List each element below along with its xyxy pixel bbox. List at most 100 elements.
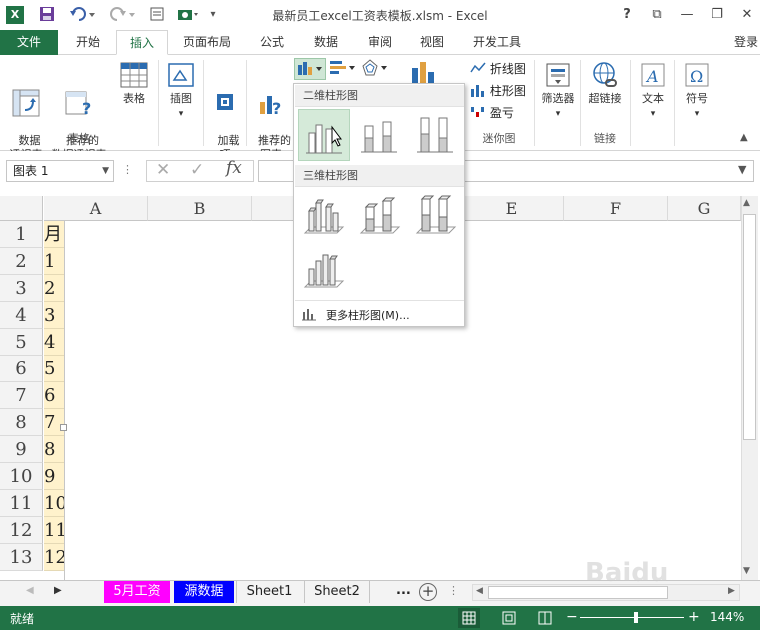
redo-icon[interactable] [108,6,138,24]
cell-a[interactable]: 5 [44,356,64,382]
cell-a[interactable]: 12 [44,544,64,571]
normal-view-icon[interactable] [458,608,480,628]
pivot-table-button[interactable]: 数据 透视表 [4,60,48,162]
zoom-out-icon[interactable]: − [566,609,578,625]
tab-view[interactable]: 视图 [406,30,458,55]
more-sheets-button[interactable]: ... [396,583,411,598]
sheet-tab-sheet2[interactable]: Sheet2 [304,581,370,603]
tab-review[interactable]: 审阅 [354,30,406,55]
cell-a[interactable]: 6 [44,382,64,409]
tab-split-handle[interactable]: ⋮ [448,584,459,597]
table-button[interactable]: 表格 [114,60,154,106]
3d-stacked-column-option[interactable] [354,190,406,242]
row-header[interactable]: 10 [0,463,43,490]
column-header-f[interactable]: F [564,196,668,221]
cell-a[interactable]: 9 [44,463,64,490]
row-header[interactable]: 4 [0,302,43,329]
row-header[interactable]: 2 [0,248,43,275]
scroll-down-icon[interactable]: ▼ [743,566,750,576]
name-box[interactable]: 图表 1 ▼ [6,160,114,182]
column-header-e[interactable]: E [460,196,564,221]
minimize-button[interactable]: — [675,4,699,26]
column-header-b[interactable]: B [148,196,252,221]
collapse-ribbon-icon[interactable]: ▲ [740,132,748,143]
bar-chart-button[interactable] [328,58,360,80]
row-header[interactable]: 8 [0,409,43,436]
cancel-icon[interactable]: ✕ [156,160,170,180]
row-header[interactable]: 13 [0,544,43,571]
row-header[interactable]: 5 [0,329,43,356]
row-header[interactable]: 9 [0,436,43,463]
cell-a[interactable]: 月 [44,221,64,248]
radar-chart-button[interactable] [360,58,392,80]
column-header-a[interactable]: A [44,196,148,221]
select-all-corner[interactable] [0,196,43,221]
enter-icon[interactable]: ✓ [190,160,204,180]
insert-function-icon[interactable]: fx [226,158,242,178]
cell-a[interactable]: 4 [44,329,64,356]
hyperlink-button[interactable]: 超链接 [583,60,627,106]
undo-icon[interactable] [68,6,98,24]
symbols-button[interactable]: Ω 符号 ▾ [678,60,716,121]
camera-icon[interactable] [176,6,200,24]
illustrations-button[interactable]: 插图 ▾ [162,60,200,121]
stacked-column-option[interactable] [354,109,406,161]
zoom-in-icon[interactable]: + [688,609,700,625]
scroll-left-icon[interactable]: ◀ [476,586,483,596]
3d-clustered-column-option[interactable] [298,190,350,242]
close-button[interactable]: ✕ [735,4,759,26]
row-header[interactable]: 6 [0,356,43,382]
expand-formula-icon[interactable]: ▼ [738,163,746,176]
ribbon-display-options-button[interactable]: ⧉ [645,4,669,26]
tab-formulas[interactable]: 公式 [246,30,298,55]
chevron-down-icon[interactable]: ▼ [102,161,109,181]
help-button[interactable]: ? [615,4,639,26]
tab-file[interactable]: 文件 [0,30,58,55]
row-header[interactable]: 11 [0,490,43,517]
3d-percent-stacked-column-option[interactable] [410,190,462,242]
chart-resize-handle[interactable] [60,424,67,431]
restore-button[interactable]: ❐ [705,4,729,26]
zoom-level[interactable]: 144% [710,610,744,624]
column-chart-button[interactable] [294,58,326,80]
sparkline-column-button[interactable]: 柱形图 [470,82,526,98]
cell-a[interactable]: 8 [44,436,64,463]
row-header[interactable]: 3 [0,275,43,302]
add-sheet-icon[interactable]: + [419,583,437,601]
cell-a[interactable]: 11 [44,517,64,544]
sign-in-link[interactable]: 登录 [734,30,758,55]
resize-handle[interactable]: ⋮ [122,163,133,176]
text-button[interactable]: A 文本 ▾ [634,60,672,121]
scroll-right-icon[interactable]: ▶ [728,586,735,596]
cell-a[interactable]: 10 [44,490,64,517]
previous-sheet-icon[interactable]: ◀ [26,585,34,596]
cell-a[interactable]: 1 [44,248,64,275]
save-icon[interactable] [38,6,56,24]
row-header[interactable]: 7 [0,382,43,409]
cell-a[interactable]: 3 [44,302,64,329]
clustered-column-option[interactable] [298,109,350,161]
zoom-slider-thumb[interactable] [634,612,638,623]
filters-button[interactable]: 筛选器 ▾ [537,60,579,121]
tab-developer[interactable]: 开发工具 [462,30,532,55]
sheet-tab-sheet1[interactable]: Sheet1 [236,581,302,603]
3d-column-option[interactable] [298,244,350,296]
cell-a[interactable]: 7 [44,409,64,436]
sparkline-winloss-button[interactable]: 盈亏 [470,104,514,120]
page-layout-view-icon[interactable] [498,608,520,628]
column-header-g[interactable]: G [668,196,741,221]
sheet-tab-source-data[interactable]: 源数据 [174,581,234,603]
next-sheet-icon[interactable]: ▶ [54,585,62,596]
zoom-slider-track[interactable] [580,617,684,618]
row-header[interactable]: 12 [0,517,43,544]
vertical-scroll-thumb[interactable] [743,214,756,440]
scroll-up-icon[interactable]: ▲ [743,198,750,208]
recommended-pivot-button[interactable]: ? 推荐的 数据透视表 [48,60,110,162]
recommended-charts-button[interactable]: ? 推荐的 图表 [248,60,294,162]
tab-data[interactable]: 数据 [300,30,352,55]
excel-app-icon[interactable]: X [6,6,24,24]
sparkline-line-button[interactable]: 折线图 [470,60,526,76]
tab-page-layout[interactable]: 页面布局 [172,30,242,55]
sheet-tab-may-salary[interactable]: 5月工资 [104,581,170,603]
page-break-view-icon[interactable] [534,608,556,628]
